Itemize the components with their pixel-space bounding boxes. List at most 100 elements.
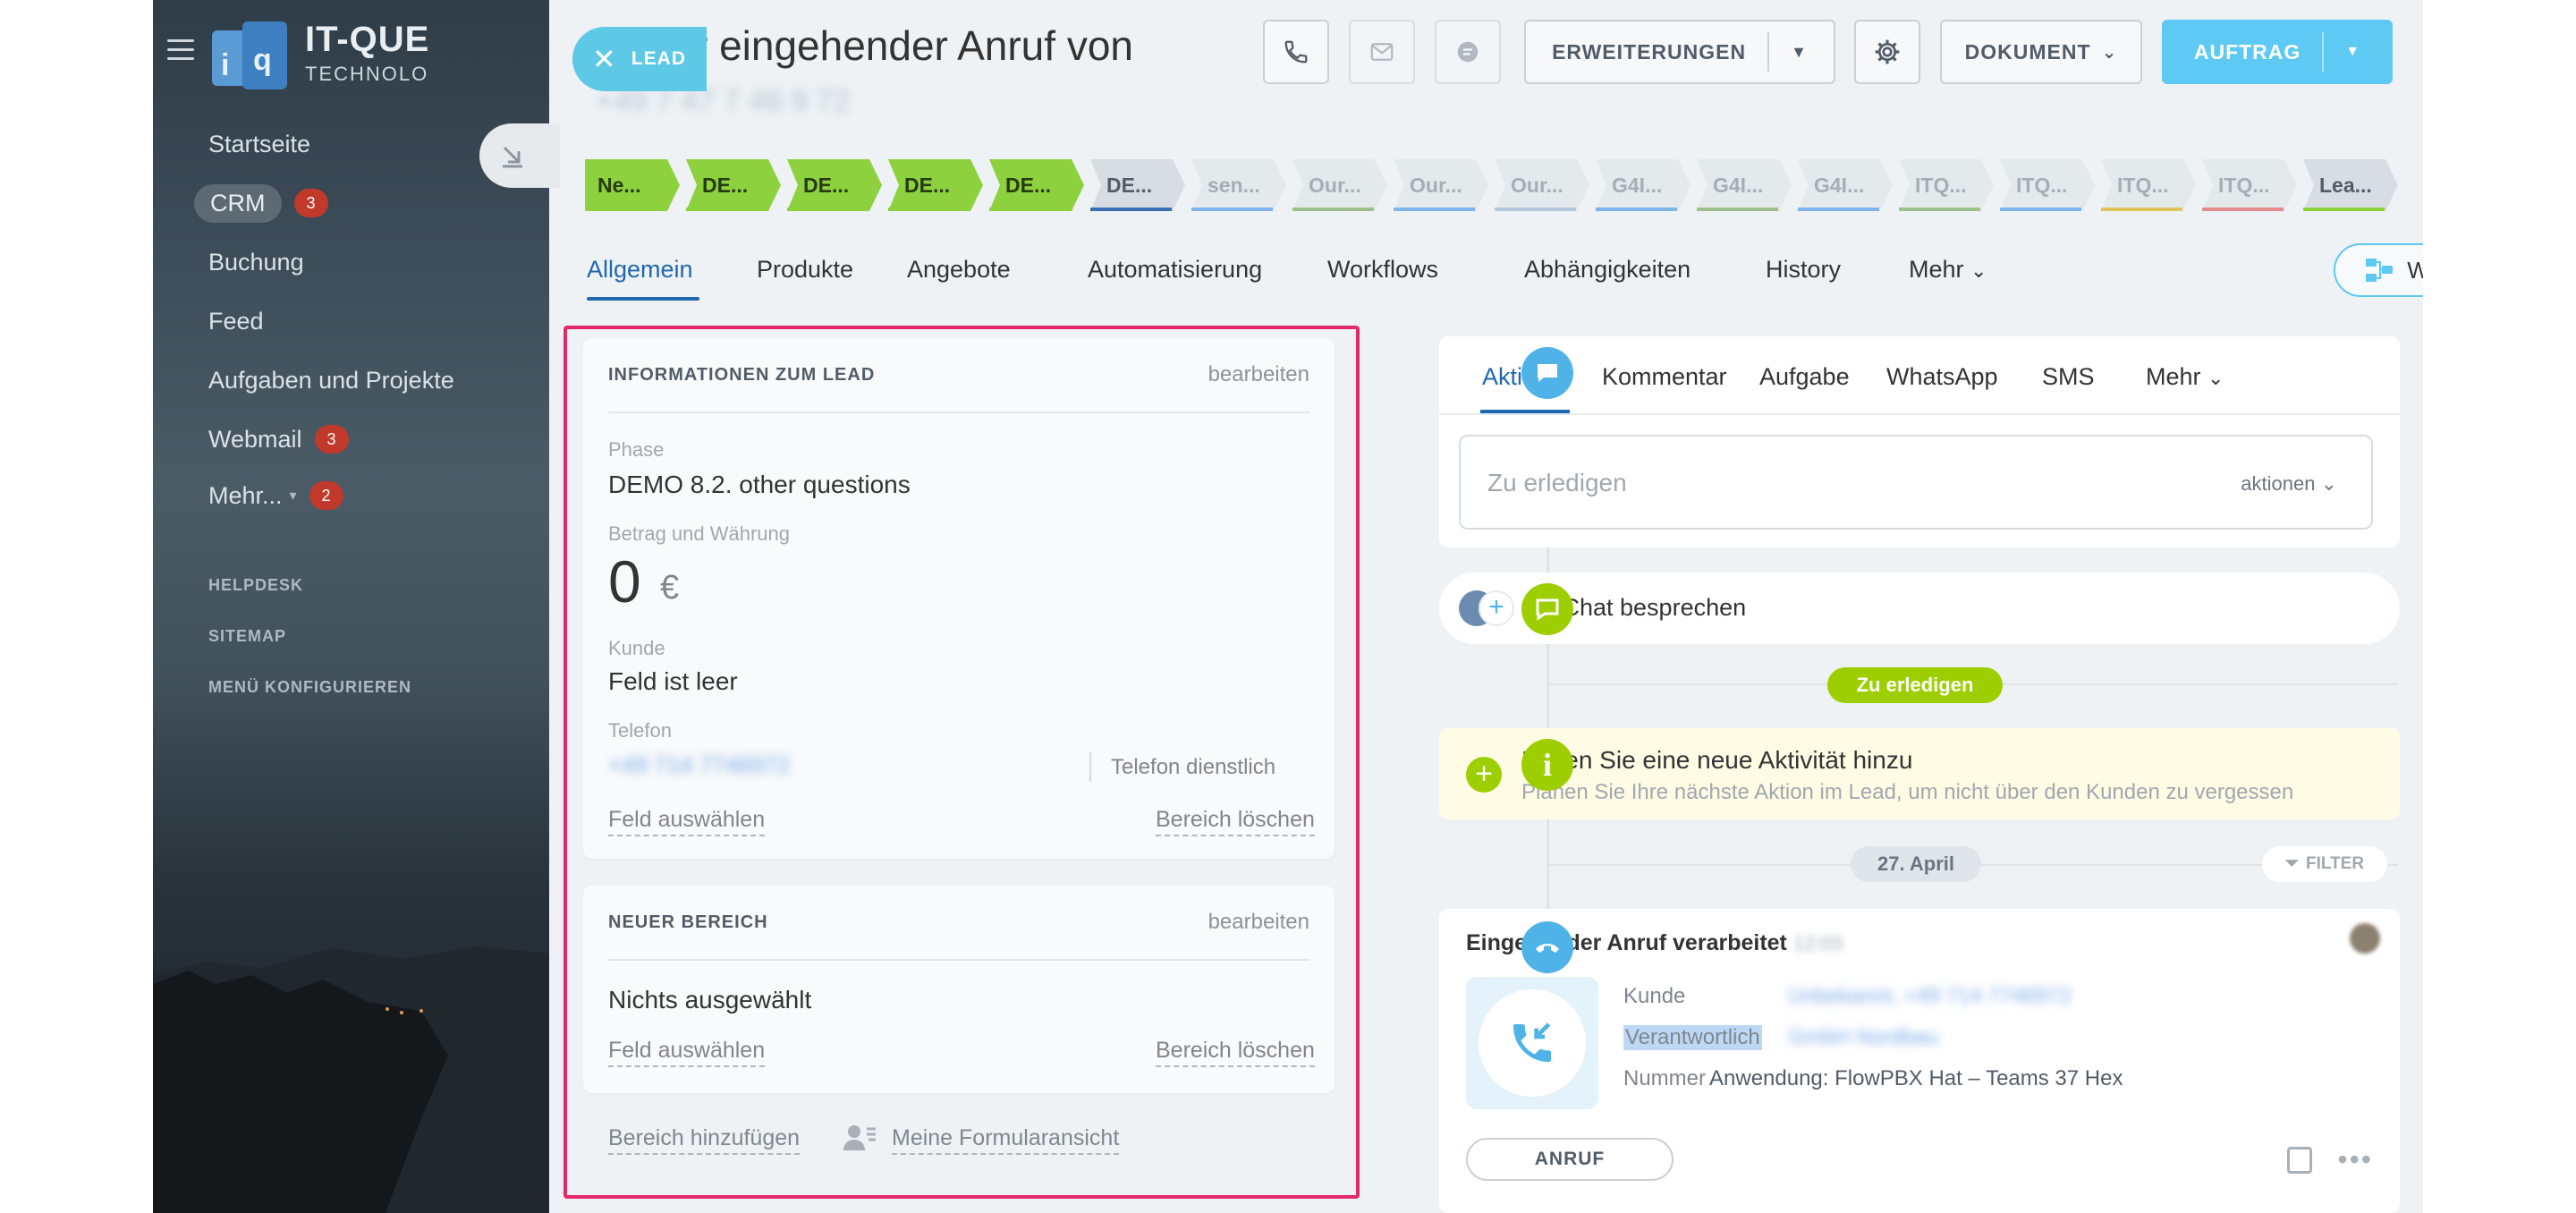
logo-subtitle: TECHNOLO	[305, 63, 429, 85]
select-field-link[interactable]: Feld auswählen	[608, 1038, 766, 1067]
stage-step[interactable]: DE...	[989, 159, 1084, 211]
stage-step[interactable]: Ne...	[585, 159, 680, 211]
stage-step[interactable]: G4I...	[1697, 159, 1792, 211]
stage-step[interactable]: Our...	[1394, 159, 1488, 211]
tab-abhaengigkeiten[interactable]: Abhängigkeiten	[1524, 256, 1690, 284]
tab-mehr[interactable]: Mehr ⌄	[1909, 256, 1987, 284]
stage-label: Our...	[1410, 173, 1462, 197]
stage-step[interactable]: DE...	[1090, 159, 1185, 211]
phone-hangup-icon	[1521, 921, 1573, 973]
stage-step[interactable]: ITQ...	[1899, 159, 1994, 211]
extensions-button[interactable]: ERWEITERUNGEN ▼	[1524, 20, 1835, 84]
stage-label: G4I...	[1612, 173, 1663, 197]
tab-produkte[interactable]: Produkte	[757, 256, 853, 284]
call-action-button[interactable]: ANRUF	[1466, 1138, 1674, 1181]
call-time: 12:03	[1793, 932, 1843, 954]
chat-discuss-card[interactable]: + Im Chat besprechen	[1439, 573, 2400, 644]
new-section-card: NEUER BEREICH bearbeiten Nichts ausgewäh…	[583, 886, 1335, 1093]
call-responsible-value[interactable]: GmbH Nordbau	[1788, 1025, 1938, 1050]
stage-progress-bar: Ne... DE... DE... DE... DE... DE... sen... Our.…	[585, 159, 2410, 211]
stage-step[interactable]: G4I...	[1798, 159, 1893, 211]
logo-text: IT-QUE	[305, 20, 430, 59]
lead-slider-tab[interactable]: ✕ LEAD	[572, 27, 707, 91]
edit-link[interactable]: bearbeiten	[1208, 910, 1309, 935]
tab-history[interactable]: History	[1766, 256, 1841, 284]
activity-tab-kommentar[interactable]: Kommentar	[1602, 363, 1727, 391]
document-button[interactable]: DOKUMENT ⌄	[1940, 20, 2142, 84]
chat-button[interactable]	[1435, 20, 1501, 84]
document-label: DOKUMENT	[1964, 39, 2091, 64]
stage-step[interactable]: sen...	[1191, 159, 1286, 211]
stage-label: ITQ...	[1915, 173, 1967, 197]
add-participant-icon[interactable]: +	[1479, 590, 1514, 626]
customer-value[interactable]: Feld ist leer	[608, 667, 738, 696]
delete-section-link[interactable]: Bereich löschen	[1156, 807, 1315, 836]
my-form-view-link[interactable]: Meine Formularansicht	[892, 1125, 1120, 1155]
lead-tab-label: LEAD	[631, 48, 686, 69]
stage-step[interactable]: Our...	[1495, 159, 1589, 211]
chevron-down-icon[interactable]: ▼	[2345, 44, 2360, 60]
stage-step[interactable]: ITQ...	[2101, 159, 2196, 211]
activity-tab-aufgabe[interactable]: Aufgabe	[1759, 363, 1850, 391]
detail-tabs: Allgemein Produkte Angebote Automatisier…	[587, 243, 2411, 302]
activity-tab-sms[interactable]: SMS	[2042, 363, 2095, 391]
call-button[interactable]	[1263, 20, 1329, 84]
count-badge: 3	[293, 189, 328, 217]
sidebar-link-configure-menu[interactable]: MENÜ KONFIGURIEREN	[208, 678, 411, 697]
activity-tab-whatsapp[interactable]: WhatsApp	[1886, 363, 1998, 391]
stage-step[interactable]: DE...	[888, 159, 983, 211]
tab-allgemein[interactable]: Allgemein	[587, 256, 693, 284]
sidebar-item-mehr[interactable]: Mehr... ▾ 2	[208, 469, 530, 522]
call-responsible-label: Verantwortlich	[1623, 1025, 1762, 1050]
actions-dropdown[interactable]: aktionen ⌄	[2241, 472, 2337, 496]
phase-value[interactable]: DEMO 8.2. other questions	[608, 471, 911, 499]
activity-tab-mehr[interactable]: Mehr ⌄	[2146, 363, 2224, 391]
sidebar-item-buchung[interactable]: Buchung	[208, 233, 530, 292]
sidebar-item-label: Feed	[208, 307, 264, 335]
todo-input[interactable]: Zu erledigen aktionen ⌄	[1459, 435, 2373, 530]
delete-section-link[interactable]: Bereich löschen	[1156, 1038, 1315, 1067]
sidebar-item-aufgaben[interactable]: Aufgaben und Projekte	[208, 351, 530, 410]
new-activity-card[interactable]: + Fügen Sie eine neue Aktivität hinzu Pl…	[1439, 728, 2400, 819]
select-field-link[interactable]: Feld auswählen	[608, 807, 766, 836]
stage-step[interactable]: ITQ...	[2000, 159, 2095, 211]
company-logo: q i	[212, 21, 287, 89]
stage-step[interactable]: Our...	[1292, 159, 1387, 211]
add-icon[interactable]: +	[1466, 757, 1502, 793]
active-tab-indicator	[587, 297, 699, 301]
phone-value[interactable]: +49 714 7746972	[608, 751, 790, 779]
more-options-icon[interactable]: •••	[2337, 1143, 2373, 1176]
settings-button[interactable]	[1854, 20, 1920, 84]
sidebar-link-helpdesk[interactable]: HELPDESK	[208, 576, 303, 595]
sidebar-item-webmail[interactable]: Webmail 3	[208, 410, 530, 469]
sidebar-item-crm[interactable]: CRM 3	[194, 174, 530, 233]
workflows-button-label: Workflows	[2407, 256, 2423, 284]
workflows-button[interactable]: Workflows	[2334, 243, 2423, 297]
note-icon[interactable]	[2287, 1147, 2312, 1174]
sidebar-link-sitemap[interactable]: SITEMAP	[208, 627, 286, 646]
tab-automatisierung[interactable]: Automatisierung	[1088, 256, 1262, 284]
stage-step[interactable]: DE...	[686, 159, 781, 211]
sidebar-item-label: Buchung	[208, 248, 304, 276]
tab-angebote[interactable]: Angebote	[907, 256, 1011, 284]
close-icon[interactable]: ✕	[592, 42, 617, 76]
email-button[interactable]	[1349, 20, 1415, 84]
edit-link[interactable]: bearbeiten	[1208, 362, 1309, 387]
amount-value[interactable]: 0	[608, 547, 641, 615]
filter-button[interactable]: ⏷ FILTER	[2262, 846, 2387, 882]
order-button[interactable]: AUFTRAG ▼	[2162, 20, 2393, 84]
stage-step[interactable]: G4I...	[1596, 159, 1690, 211]
call-customer-value[interactable]: Unbekannt, +49 714 7746972	[1788, 984, 2072, 1009]
collapse-panel-button[interactable]	[479, 123, 560, 188]
stage-step[interactable]: Lea...	[2303, 159, 2398, 211]
stage-step[interactable]: DE...	[787, 159, 882, 211]
stage-step[interactable]: ITQ...	[2202, 159, 2297, 211]
menu-icon[interactable]	[167, 39, 194, 61]
add-section-link[interactable]: Bereich hinzufügen	[608, 1125, 801, 1155]
card-title: NEUER BEREICH	[608, 912, 768, 932]
chevron-down-icon[interactable]: ▼	[1791, 43, 1808, 62]
stage-label: ITQ...	[2117, 173, 2169, 197]
card-header: NEUER BEREICH bearbeiten	[608, 886, 1309, 961]
sidebar-item-feed[interactable]: Feed	[208, 292, 530, 351]
tab-workflows[interactable]: Workflows	[1327, 256, 1438, 284]
